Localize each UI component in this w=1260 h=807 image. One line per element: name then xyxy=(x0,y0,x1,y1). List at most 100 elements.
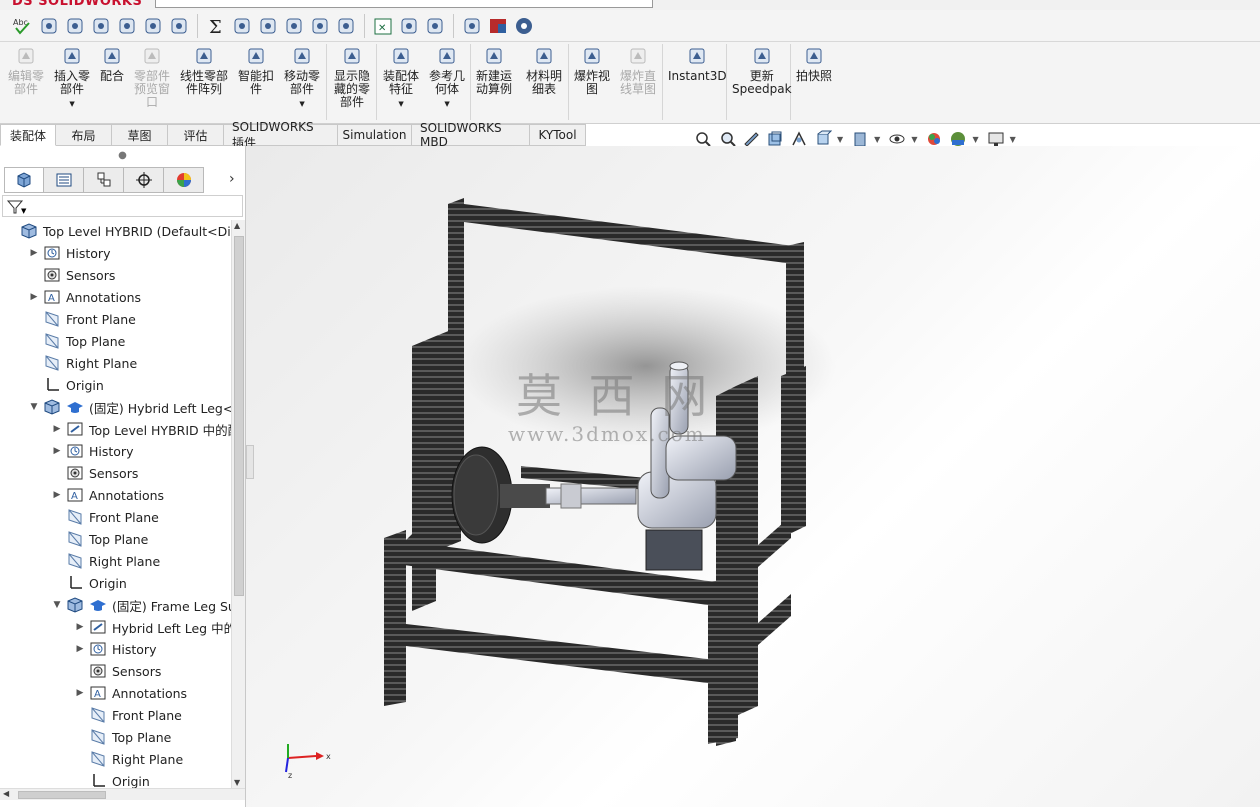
ribbon-button-16[interactable]: 拍快照 xyxy=(796,46,832,83)
design-table-icon[interactable] xyxy=(309,15,331,37)
tab-0[interactable]: 装配体 xyxy=(0,124,56,146)
expand-icon[interactable]: ▶ xyxy=(29,248,39,258)
tab-2[interactable]: 草图 xyxy=(112,124,168,146)
scroll-down-icon[interactable]: ▼ xyxy=(234,778,240,787)
tree-item[interactable]: Sensors xyxy=(29,264,115,286)
performance-icon[interactable] xyxy=(116,15,138,37)
expand-icon[interactable]: ▶ xyxy=(52,446,62,456)
dropdown-arrow-icon[interactable]: ▼ xyxy=(911,135,917,144)
display-manager-tab-icon[interactable] xyxy=(164,167,204,193)
feature-manager-tab-icon[interactable] xyxy=(4,167,44,193)
collapse-icon[interactable]: ▼ xyxy=(29,402,39,412)
assembly-model[interactable] xyxy=(246,146,1260,807)
dropdown-arrow-icon[interactable]: ▼ xyxy=(444,98,449,111)
tree-item[interactable]: Front Plane xyxy=(75,704,182,726)
collapse-icon[interactable]: ▼ xyxy=(52,600,62,610)
symmetry-icon[interactable] xyxy=(283,15,305,37)
settings-icon[interactable] xyxy=(513,15,535,37)
hole-alignment-icon[interactable] xyxy=(424,15,446,37)
graphics-viewport[interactable]: 莫 西 网 www.3dmox.com x z xyxy=(246,146,1260,807)
dropdown-arrow-icon[interactable]: ▼ xyxy=(972,135,978,144)
tree-item[interactable]: Right Plane xyxy=(29,352,137,374)
tab-1[interactable]: 布局 xyxy=(56,124,112,146)
ribbon-button-0[interactable]: 编辑零 部件 xyxy=(8,46,44,96)
dropdown-arrow-icon[interactable]: ▼ xyxy=(69,98,74,111)
tree-item[interactable]: Front Plane xyxy=(29,308,136,330)
mass-properties-icon[interactable] xyxy=(64,15,86,37)
ribbon-button-13[interactable]: 爆炸直 线草图 xyxy=(620,46,656,96)
property-manager-tab-icon[interactable] xyxy=(44,167,84,193)
ribbon-button-4[interactable]: 线性零部 件阵列 xyxy=(180,46,228,96)
mate-reference-icon[interactable] xyxy=(231,15,253,37)
appearance-icon[interactable] xyxy=(90,15,112,37)
ribbon-button-6[interactable]: 移动零 部件 ▼ xyxy=(284,46,320,111)
ribbon-button-10[interactable]: 新建运 动算例 xyxy=(476,46,512,96)
tree-item[interactable]: Top Level HYBRID (Default<Display xyxy=(6,220,232,242)
ribbon-button-9[interactable]: 参考几 何体 ▼ xyxy=(429,46,465,111)
tree-scroll-thumb[interactable] xyxy=(234,236,244,596)
clearance-icon[interactable] xyxy=(398,15,420,37)
tree-item[interactable]: Top Plane xyxy=(52,528,148,550)
dropdown-arrow-icon[interactable]: ▼ xyxy=(299,98,304,111)
tree-item[interactable]: Front Plane xyxy=(52,506,159,528)
filter-icon[interactable]: ▼ xyxy=(6,198,28,219)
check-icon[interactable] xyxy=(142,15,164,37)
ribbon-button-1[interactable]: 插入零 部件 ▼ xyxy=(54,46,90,111)
tree-item[interactable]: ▶ History xyxy=(75,638,157,660)
ribbon-button-14[interactable]: Instant3D xyxy=(668,46,727,83)
ribbon-button-5[interactable]: 智能扣 件 xyxy=(238,46,274,96)
excel-icon[interactable]: ✕ xyxy=(372,15,394,37)
tree-item[interactable]: ▶ A Annotations xyxy=(52,484,165,506)
tree-item[interactable]: Origin xyxy=(75,770,150,790)
ribbon-button-2[interactable]: 配合 xyxy=(100,46,124,83)
measure-icon[interactable] xyxy=(38,15,60,37)
tree-item[interactable]: ▶ History xyxy=(52,440,134,462)
expand-icon[interactable]: ▶ xyxy=(75,644,85,654)
tree-item[interactable]: Right Plane xyxy=(75,748,183,770)
tree-vertical-scrollbar[interactable]: ▲ ▼ xyxy=(231,220,245,790)
tab-6[interactable]: SOLIDWORKS MBD xyxy=(412,121,530,149)
tree-item[interactable]: ▼ (固定) Frame Leg Subas xyxy=(52,594,232,616)
ribbon-button-8[interactable]: 装配体 特征 ▼ xyxy=(383,46,419,111)
tree-item[interactable]: ▶ A Annotations xyxy=(75,682,188,704)
configuration-manager-tab-icon[interactable] xyxy=(84,167,124,193)
scroll-left-icon[interactable]: ◀ xyxy=(3,789,9,798)
tree-item[interactable]: Right Plane xyxy=(52,550,160,572)
ribbon-button-7[interactable]: 显示隐 藏的零 部件 xyxy=(334,46,370,109)
tree-hscroll-thumb[interactable] xyxy=(18,791,106,799)
chart-dropdown-icon[interactable] xyxy=(335,15,357,37)
scroll-up-icon[interactable]: ▲ xyxy=(234,221,240,230)
dropdown-arrow-icon[interactable]: ▼ xyxy=(1010,135,1016,144)
panel-splitter[interactable] xyxy=(246,445,254,479)
ribbon-button-15[interactable]: 更新 Speedpak xyxy=(732,46,792,96)
ribbon-button-3[interactable]: 零部件 预览窗 口 xyxy=(134,46,170,109)
tab-4[interactable]: SOLIDWORKS 插件 xyxy=(224,120,338,150)
expand-icon[interactable]: ▶ xyxy=(75,688,85,698)
panel-grip[interactable]: ● xyxy=(0,146,245,164)
tree-item[interactable]: ▶ Hybrid Left Leg 中的配合 xyxy=(75,616,232,638)
tree-item[interactable]: ▶ A Annotations xyxy=(29,286,142,308)
expand-icon[interactable]: ▶ xyxy=(75,622,85,632)
tree-horizontal-scrollbar[interactable]: ◀ xyxy=(0,788,245,800)
tree-item[interactable]: Top Plane xyxy=(29,330,125,352)
tree-item[interactable]: ▶ Top Level HYBRID 中的配合 xyxy=(52,418,232,440)
tree-item[interactable]: Sensors xyxy=(75,660,161,682)
search-box[interactable] xyxy=(155,0,653,8)
panel-tabs-scroll-right-icon[interactable]: › xyxy=(229,171,235,187)
sum-icon[interactable]: Σ xyxy=(205,15,227,37)
expand-icon[interactable]: ▶ xyxy=(29,292,39,302)
dropdown-arrow-icon[interactable]: ▼ xyxy=(874,135,880,144)
tree-item[interactable]: Origin xyxy=(29,374,104,396)
ribbon-button-12[interactable]: 爆炸视 图 xyxy=(574,46,610,96)
tab-5[interactable]: Simulation xyxy=(338,124,412,146)
check-disabled-icon[interactable] xyxy=(461,15,483,37)
expand-icon[interactable]: ▶ xyxy=(52,490,62,500)
tab-3[interactable]: 评估 xyxy=(168,124,224,146)
spell-check-icon[interactable]: Abc xyxy=(12,15,34,37)
tree-item[interactable]: Origin xyxy=(52,572,127,594)
tree-filter-field[interactable]: ▼ xyxy=(2,195,243,217)
tree-item[interactable]: ▼ (固定) Hybrid Left Leg<1> ( xyxy=(29,396,232,418)
tree-item[interactable]: Sensors xyxy=(52,462,138,484)
dropdown-arrow-icon[interactable]: ▼ xyxy=(398,98,403,111)
tree-item[interactable]: Top Plane xyxy=(75,726,171,748)
